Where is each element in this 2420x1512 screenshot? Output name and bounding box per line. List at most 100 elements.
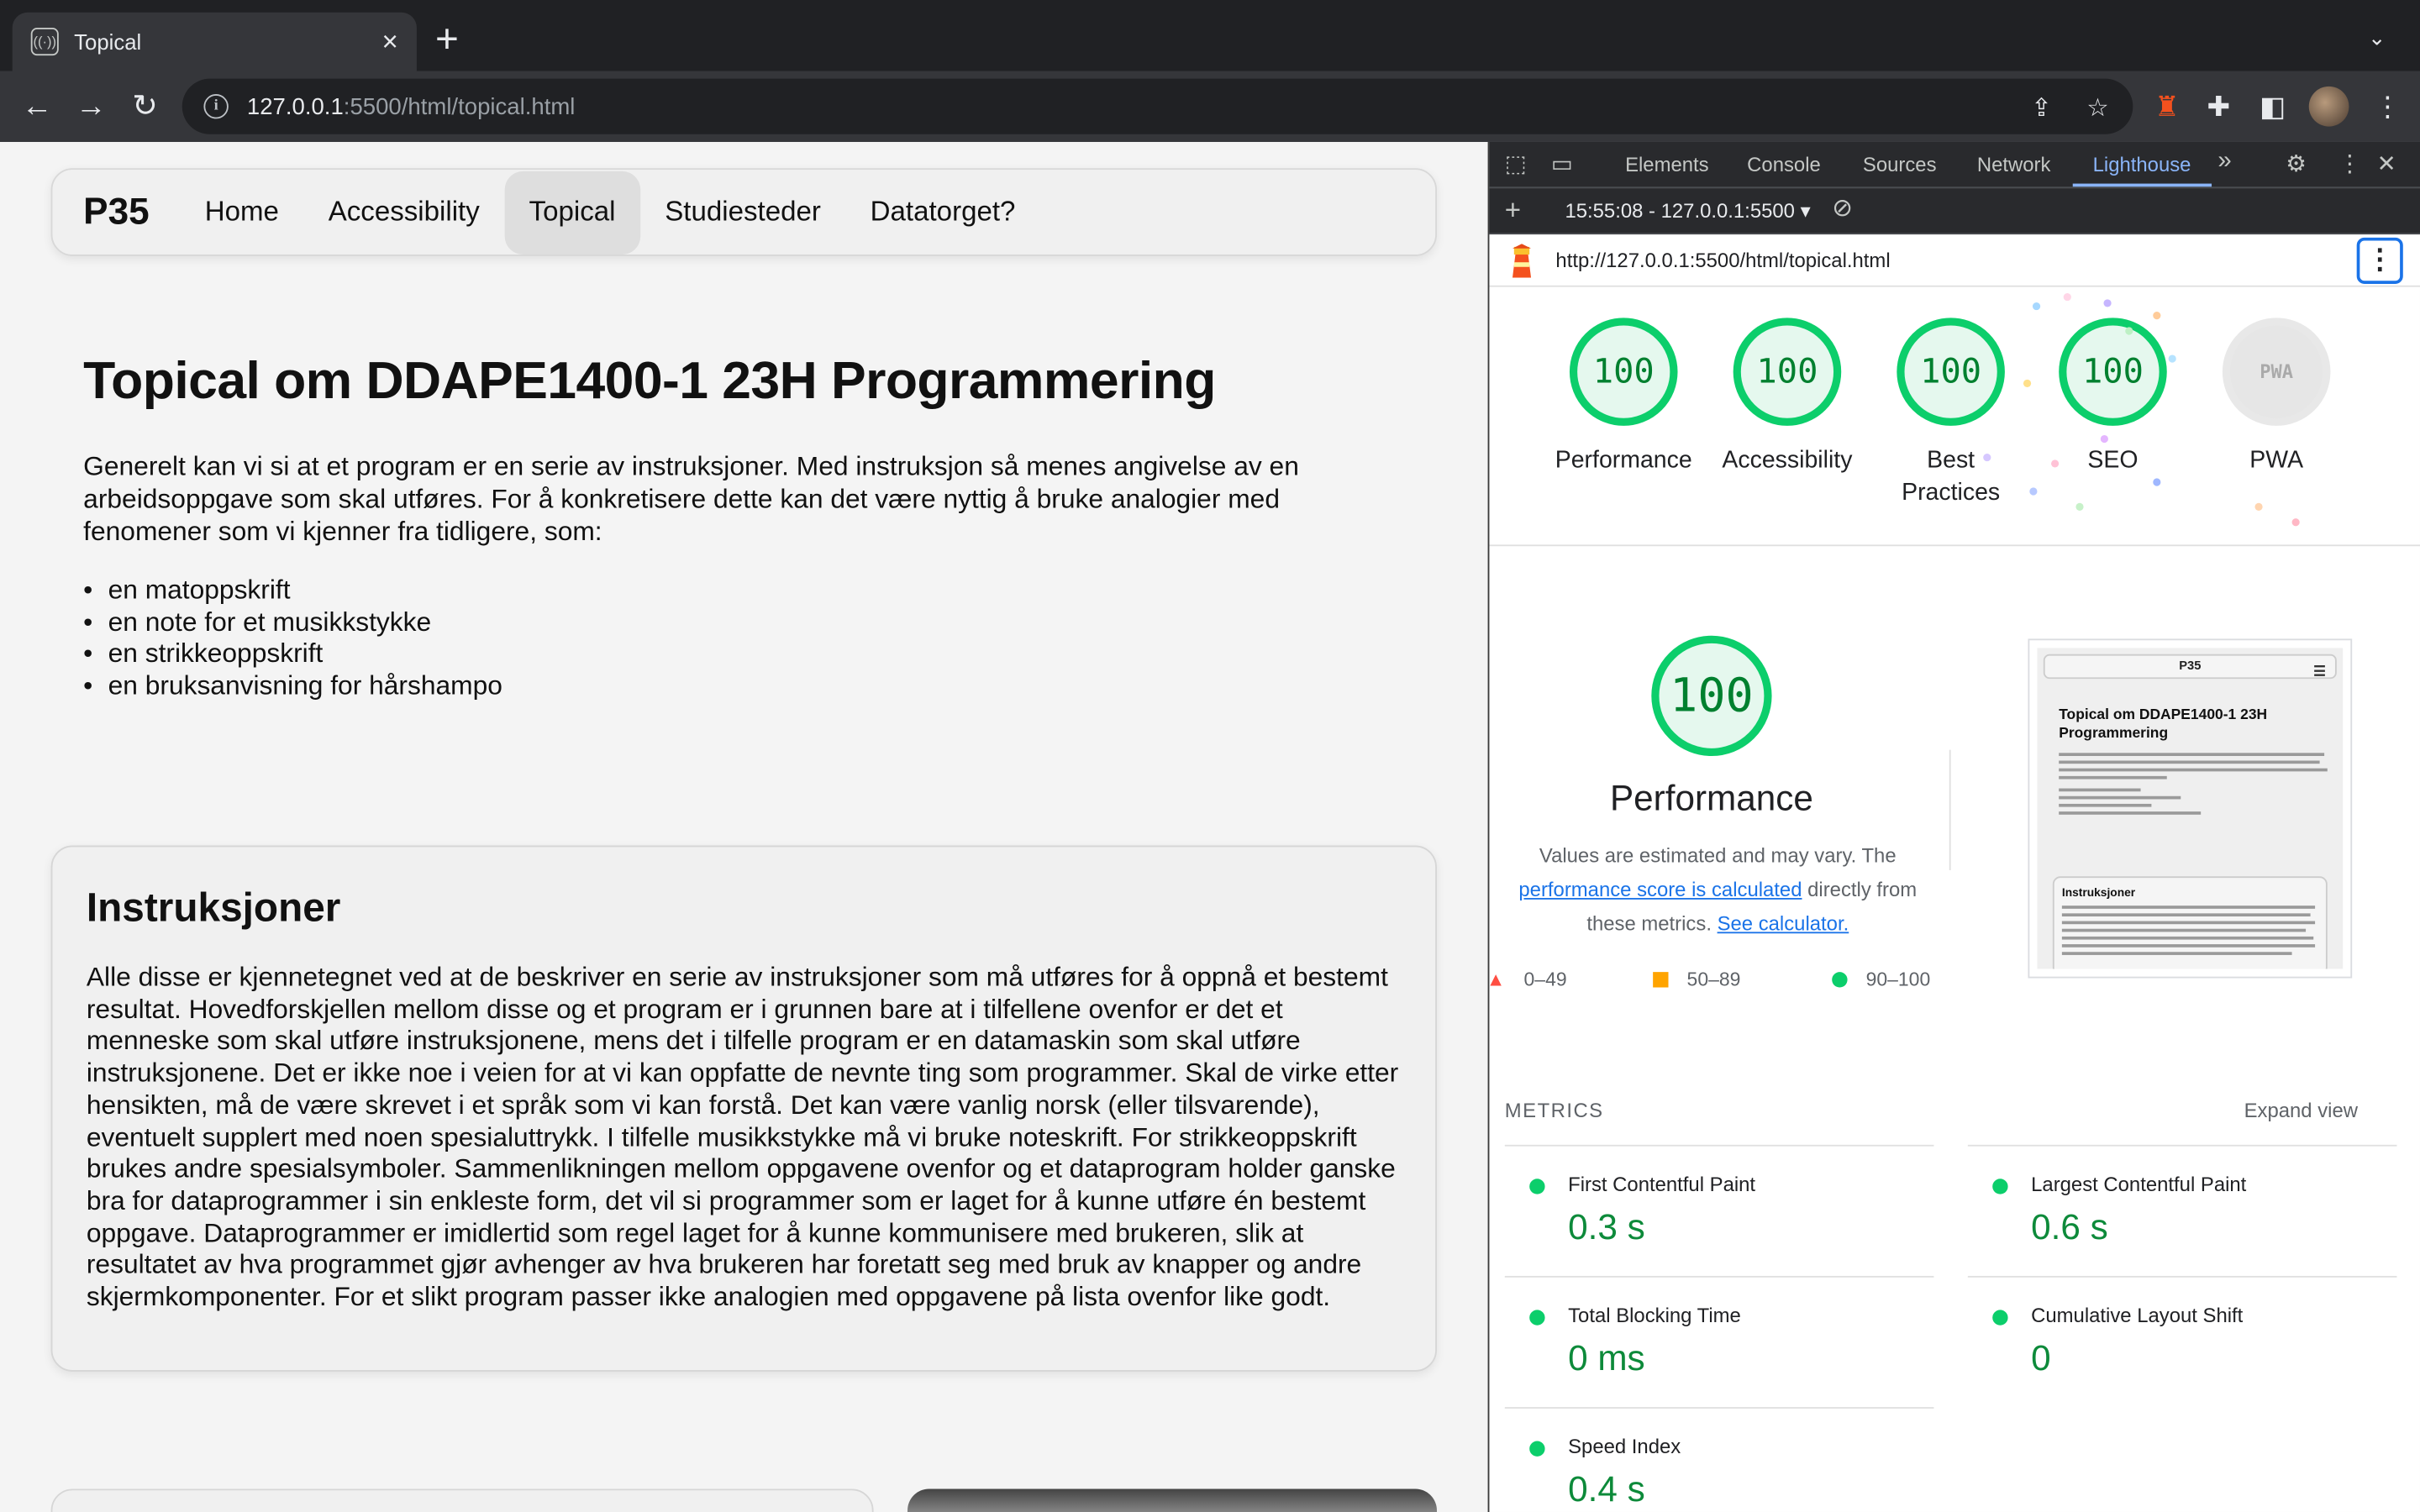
gauge-performance[interactable]: 100 Performance — [1539, 318, 1708, 476]
nav-link-accessibility[interactable]: Accessibility — [303, 171, 504, 254]
share-icon[interactable]: ⇪ — [2031, 92, 2052, 123]
nav-link-home[interactable]: Home — [180, 171, 303, 254]
legend-average-label: 50–89 — [1686, 969, 1741, 991]
pass-circle-icon — [1529, 1441, 1545, 1457]
reload-icon[interactable]: ↻ — [125, 87, 166, 127]
gauge-score: 100 — [1897, 318, 2005, 426]
url-host: 127.0.0.1 — [246, 93, 344, 120]
lighthouse-icon[interactable]: ♜ — [2154, 90, 2180, 123]
metric-cls: Cumulative Layout Shift 0 — [1967, 1275, 2397, 1407]
device-toolbar-icon[interactable]: ▭ — [1551, 151, 1573, 179]
kebab-icon[interactable]: ⋮ — [2374, 90, 2402, 123]
close-icon[interactable]: × — [382, 28, 398, 55]
list-item: en note for et musikkstykke — [83, 606, 502, 638]
gauge-score: 100 — [2059, 318, 2167, 426]
metric-name: Total Blocking Time — [1568, 1304, 1741, 1327]
expand-view-toggle[interactable]: Expand view — [2244, 1099, 2358, 1122]
star-icon[interactable]: ☆ — [2086, 92, 2108, 123]
nav-link-datatorget[interactable]: Datatorget? — [845, 171, 1040, 254]
performance-description: Values are estimated and may vary. The p… — [1502, 839, 1933, 941]
avatar[interactable] — [2308, 86, 2349, 127]
thumbnail-text-lines — [2059, 753, 2330, 819]
metric-value: 0 ms — [1568, 1337, 1645, 1378]
metric-name: Cumulative Layout Shift — [2031, 1304, 2244, 1327]
tab-network[interactable]: Network — [1977, 153, 2051, 176]
gauge-score: 100 — [1733, 318, 1842, 426]
pass-circle-icon — [1529, 1310, 1545, 1326]
thumbnail-nav: P35 ☰ — [2043, 654, 2337, 680]
list-item: en matoppskrift — [83, 574, 502, 606]
pwa-badge-icon: PWA — [2222, 318, 2331, 426]
photo-card — [907, 1488, 1437, 1512]
triangle-icon: ▲ — [1487, 969, 1506, 991]
gauge-pwa[interactable]: PWA PWA — [2191, 318, 2361, 476]
gear-icon[interactable]: ⚙ — [2286, 151, 2307, 179]
tab-elements[interactable]: Elements — [1625, 153, 1709, 176]
example-list: en matoppskrift en note for et musikksty… — [83, 574, 502, 701]
nav-link-topical[interactable]: Topical — [504, 170, 640, 255]
more-tabs-icon[interactable]: » — [2217, 148, 2231, 176]
thumbnail-page: P35 ☰ Topical om DDAPE1400-1 23H Programm… — [2037, 648, 2344, 969]
tab-title: Topical — [74, 29, 142, 55]
report-menu-kebab-icon[interactable]: ⋮ — [2356, 237, 2403, 284]
puzzle-icon[interactable]: ✚ — [2207, 90, 2231, 123]
page-title: Topical om DDAPE1400-1 23H Programmering — [83, 351, 1216, 411]
legend-fail-label: 0–49 — [1523, 969, 1567, 991]
gauge-score: 100 — [1569, 318, 1678, 426]
pass-circle-icon — [1992, 1179, 2008, 1194]
browser-tab[interactable]: ((·)) Topical × — [12, 12, 417, 71]
metric-name: Speed Index — [1568, 1435, 1681, 1458]
see-calculator-link[interactable]: See calculator. — [1718, 912, 1849, 936]
square-icon — [1653, 972, 1669, 988]
pass-circle-icon — [1992, 1310, 2008, 1326]
side-panel-icon[interactable]: ◧ — [2260, 90, 2286, 123]
thumbnail-card-lines — [2061, 906, 2318, 959]
thumbnail-title: Topical om DDAPE1400-1 23H Programmering — [2059, 706, 2268, 742]
report-url[interactable]: http://127.0.0.1:5500/html/topical.html — [1555, 249, 1890, 272]
broadcast-icon: ((·)) — [30, 28, 59, 56]
metric-value: 0.4 s — [1568, 1468, 1645, 1509]
back-arrow-icon[interactable]: ← — [17, 87, 57, 127]
address-bar[interactable]: i 127.0.0.1:5500/html/topical.html ⇪ ☆ — [182, 78, 2133, 134]
chevron-down-icon[interactable]: ⌄ — [2368, 24, 2386, 50]
site-logo[interactable]: P35 — [83, 191, 149, 234]
divider — [1949, 749, 1951, 870]
active-tab-indicator — [2072, 183, 2212, 187]
tab-lighthouse[interactable]: Lighthouse — [2093, 153, 2191, 176]
tab-console[interactable]: Console — [1747, 153, 1821, 176]
gauge-seo[interactable]: 100 SEO — [2028, 318, 2197, 476]
inspect-icon[interactable]: ⬚ — [1505, 151, 1527, 179]
performance-score-gauge: 100 — [1651, 635, 1772, 756]
nav-link-studiesteder[interactable]: Studiesteder — [640, 171, 845, 254]
lighthouse-logo-icon — [1512, 244, 1532, 278]
site-nav: P35 Home Accessibility Topical Studieste… — [50, 168, 1437, 256]
legend-pass: 90–100 — [1832, 969, 1930, 990]
list-item: en strikkeoppskrift — [83, 638, 502, 669]
lighthouse-toolbar: + 15:55:08 - 127.0.0.1:5500 ▾ ⊘ — [1489, 188, 2420, 235]
plus-icon[interactable]: + — [1505, 196, 1521, 223]
pass-circle-icon — [1529, 1179, 1545, 1194]
intro-paragraph: Generelt kan vi si at et program er en s… — [83, 450, 1299, 547]
metrics-heading: METRICS — [1504, 1098, 1604, 1122]
forward-arrow-icon[interactable]: → — [71, 87, 111, 127]
new-tab-button[interactable]: + — [435, 18, 459, 59]
metric-fcp: First Contentful Paint 0.3 s — [1504, 1144, 1934, 1276]
tab-sources[interactable]: Sources — [1863, 153, 1937, 176]
score-calculated-link[interactable]: performance score is calculated — [1518, 878, 1802, 901]
desc-text-1: Values are estimated and may vary. The — [1539, 843, 1897, 868]
url-path: :5500/html/topical.html — [343, 93, 576, 120]
kebab-icon[interactable]: ⋮ — [2338, 151, 2362, 179]
close-icon[interactable]: ✕ — [2377, 151, 2396, 179]
gauge-best-practices[interactable]: 100 Best Practices — [1866, 318, 2036, 509]
metric-tbt: Total Blocking Time 0 ms — [1504, 1275, 1934, 1407]
final-screenshot-thumbnail[interactable]: P35 ☰ Topical om DDAPE1400-1 23H Programm… — [2028, 638, 2353, 979]
screen: ((·)) Topical × + ⌄ ← → ↻ i 127.0.0.1:55… — [0, 0, 2420, 1512]
metric-value: 0 — [2031, 1337, 2051, 1378]
metric-value: 0.3 s — [1568, 1206, 1645, 1247]
gauge-accessibility[interactable]: 100 Accessibility — [1702, 318, 1872, 476]
score-gauges: 100 Performance 100 Accessibility 100 Be… — [1489, 287, 2420, 547]
thumbnail-card: Instruksjoner — [2052, 876, 2328, 969]
clear-icon[interactable]: ⊘ — [1832, 196, 1853, 223]
report-select[interactable]: 15:55:08 - 127.0.0.1:5500 ▾ — [1565, 199, 1810, 223]
info-icon[interactable]: i — [203, 94, 229, 119]
